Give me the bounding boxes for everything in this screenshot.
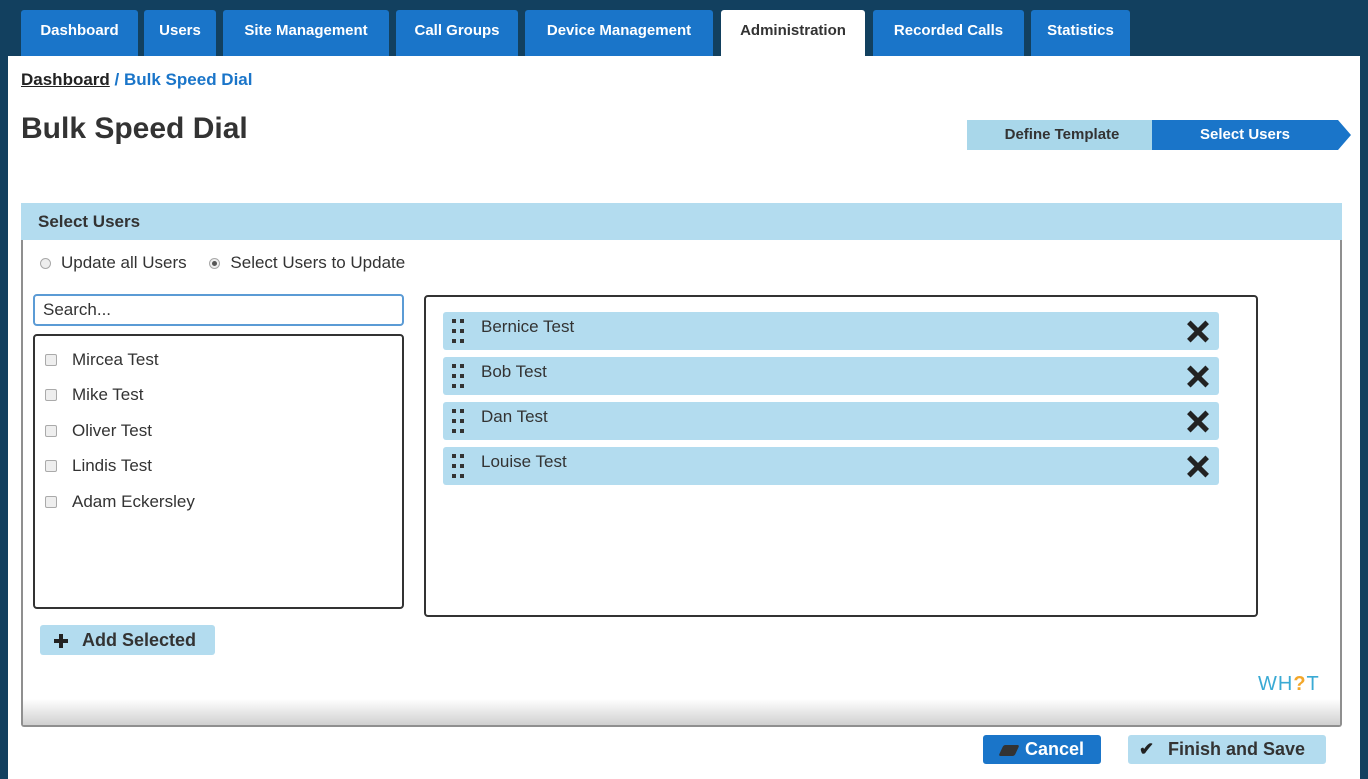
radio-label: Update all Users (61, 253, 187, 272)
list-item[interactable]: Mike Test (45, 383, 144, 407)
tab-device-management[interactable]: Device Management (525, 10, 713, 56)
list-item[interactable]: Mircea Test (45, 348, 159, 372)
panel-title: Select Users (21, 203, 1342, 240)
radio-select-users-to-update[interactable]: Select Users to Update (209, 253, 405, 273)
available-users-list: Mircea Test Mike Test Oliver Test Lindis… (33, 334, 404, 609)
tab-administration[interactable]: Administration (721, 10, 865, 56)
tab-statistics[interactable]: Statistics (1031, 10, 1130, 56)
breadcrumb-dashboard-link[interactable]: Dashboard (21, 70, 110, 89)
radio-label: Select Users to Update (230, 253, 406, 272)
remove-icon[interactable] (1187, 320, 1209, 342)
tab-call-groups[interactable]: Call Groups (396, 10, 518, 56)
checkmark-icon: ✔ (1139, 739, 1155, 759)
breadcrumb: Dashboard / Bulk Speed Dial (21, 70, 252, 90)
logo-question-mark: ? (1293, 673, 1307, 695)
select-users-panel: Select Users Update all Users Select Use… (21, 203, 1342, 727)
finish-label: Finish and Save (1168, 739, 1306, 759)
user-name: Oliver Test (72, 421, 152, 440)
user-checkbox[interactable] (45, 425, 57, 437)
add-selected-label: Add Selected (82, 630, 197, 650)
list-item[interactable]: Adam Eckersley (45, 490, 195, 514)
selected-user-name: Bernice Test (481, 317, 575, 336)
list-item[interactable]: Oliver Test (45, 419, 152, 443)
wizard-step-arrow (1338, 120, 1351, 150)
top-nav: Dashboard Users Site Management Call Gro… (0, 0, 1368, 56)
logo-text-part: WH (1258, 673, 1294, 695)
selected-user-name: Louise Test (481, 452, 567, 471)
wizard-step-define-template[interactable]: Define Template (967, 120, 1157, 150)
selected-user-item[interactable]: Bob Test (443, 357, 1219, 395)
main-content: Dashboard / Bulk Speed Dial Bulk Speed D… (8, 56, 1360, 779)
finish-and-save-button[interactable]: ✔ Finish and Save (1128, 735, 1326, 764)
drag-handle-icon[interactable] (452, 319, 464, 343)
tab-dashboard[interactable]: Dashboard (21, 10, 138, 56)
user-name: Mike Test (72, 385, 144, 404)
panel-footer (23, 699, 1340, 725)
tab-recorded-calls[interactable]: Recorded Calls (873, 10, 1024, 56)
remove-icon[interactable] (1187, 365, 1209, 387)
list-item[interactable]: Lindis Test (45, 454, 152, 478)
what-logo: WH?T (1258, 673, 1320, 696)
drag-handle-icon[interactable] (452, 364, 464, 388)
breadcrumb-separator: / (114, 70, 120, 89)
drag-handle-icon[interactable] (452, 454, 464, 478)
radio-update-all-users[interactable]: Update all Users (40, 253, 187, 273)
selected-user-name: Dan Test (481, 407, 548, 426)
selected-user-item[interactable]: Dan Test (443, 402, 1219, 440)
tab-users[interactable]: Users (144, 10, 216, 56)
user-name: Lindis Test (72, 456, 153, 475)
search-input[interactable] (33, 294, 404, 326)
selected-user-item[interactable]: Louise Test (443, 447, 1219, 485)
remove-icon[interactable] (1187, 410, 1209, 432)
page-title: Bulk Speed Dial (21, 112, 248, 145)
user-checkbox[interactable] (45, 354, 57, 366)
radio-button[interactable] (40, 257, 51, 269)
plus-icon (54, 634, 68, 648)
user-checkbox[interactable] (45, 460, 57, 472)
remove-icon[interactable] (1187, 455, 1209, 477)
selected-user-item[interactable]: Bernice Test (443, 312, 1219, 350)
cancel-label: Cancel (1025, 739, 1085, 759)
user-checkbox[interactable] (45, 496, 57, 508)
wizard-steps: Define Template Select Users (967, 120, 1351, 150)
selected-users-list: Bernice Test Bob Test Dan Test Louise Te… (424, 295, 1258, 617)
user-name: Adam Eckersley (72, 492, 195, 511)
radio-button[interactable] (209, 257, 221, 269)
user-checkbox[interactable] (45, 389, 57, 401)
wizard-step-select-users: Select Users (1152, 120, 1338, 150)
user-name: Mircea Test (72, 350, 159, 369)
add-selected-button[interactable]: Add Selected (40, 625, 215, 655)
cancel-button[interactable]: Cancel (983, 735, 1101, 764)
logo-text-part: T (1306, 673, 1320, 695)
update-mode-radios: Update all Users Select Users to Update (40, 253, 423, 274)
tab-site-management[interactable]: Site Management (223, 10, 389, 56)
eraser-icon (998, 745, 1020, 756)
drag-handle-icon[interactable] (452, 409, 464, 433)
breadcrumb-current: Bulk Speed Dial (124, 70, 253, 89)
selected-user-name: Bob Test (481, 362, 547, 381)
